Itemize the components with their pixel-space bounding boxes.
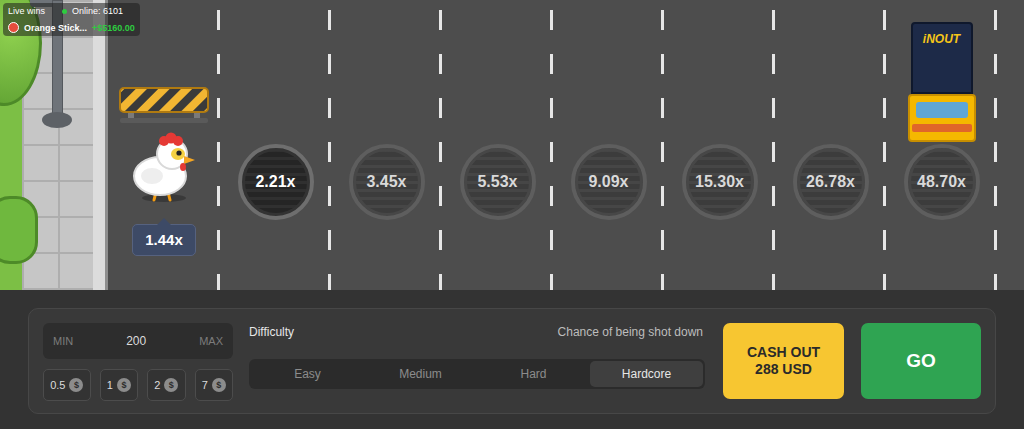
online-dot-icon xyxy=(62,9,67,14)
live-wins-label: Live wins xyxy=(8,6,45,16)
coin-icon: $ xyxy=(212,378,226,392)
bet-chip[interactable]: 1$ xyxy=(100,369,138,401)
truck-icon: iNOUT xyxy=(908,22,976,142)
truck-logo: iNOUT xyxy=(923,32,960,92)
multiplier-manhole[interactable]: 9.09x xyxy=(571,144,647,220)
bet-input[interactable]: MIN 200 MAX xyxy=(43,323,233,359)
bet-chip[interactable]: 0.5 $ xyxy=(43,369,91,401)
road-lane: 5.53x xyxy=(442,0,553,290)
vehicle-slot xyxy=(442,20,553,142)
max-button[interactable]: MAX xyxy=(199,335,223,347)
bet-column: MIN200MAX0.5$1$2$7$ xyxy=(43,323,233,401)
difficulty-column: Difficulty Chance of being shot down EasyM… xyxy=(249,323,705,389)
online-count: Online: 6101 xyxy=(72,6,123,16)
multiplier-manhole[interactable]: 26.78x xyxy=(793,144,869,220)
chip-value: 2 xyxy=(154,379,160,391)
multiplier-manhole[interactable]: 15.30x xyxy=(682,144,758,220)
player-name: Orange Stick... xyxy=(24,23,87,33)
difficulty-label: Difficulty xyxy=(249,325,294,339)
chip-value: 7 xyxy=(202,379,208,391)
coin-icon: $ xyxy=(117,378,131,392)
road: 1.44x2.21x3.45x5.53x9.09x15.30x26.78xiNO… xyxy=(108,0,1024,290)
bet-chip[interactable]: 2$ xyxy=(147,369,185,401)
min-button[interactable]: MIN xyxy=(53,335,73,347)
start-lane: 1.44x xyxy=(108,0,220,290)
vehicle-slot: iNOUT xyxy=(886,20,997,142)
vehicle-slot xyxy=(664,20,775,142)
chip-value: 1 xyxy=(107,379,113,391)
bet-chip[interactable]: 7$ xyxy=(195,369,233,401)
difficulty-tab[interactable]: Hard xyxy=(477,361,590,387)
avatar-icon xyxy=(8,22,19,33)
multiplier-manhole[interactable]: 3.45x xyxy=(349,144,425,220)
difficulty-tab[interactable]: Medium xyxy=(364,361,477,387)
road-lane: iNOUT 48.70x xyxy=(886,0,997,290)
bet-value[interactable]: 200 xyxy=(126,334,146,348)
chicken-icon xyxy=(128,132,200,204)
vehicle-slot xyxy=(775,20,886,142)
chip-row: 0.5$1$2$7$ xyxy=(43,369,233,401)
barrier-icon xyxy=(118,84,210,124)
curb xyxy=(93,0,108,290)
road-lane: 3.45x xyxy=(331,0,442,290)
live-win-entry: Orange Stick... +$5160.00 xyxy=(8,22,135,33)
coin-icon: $ xyxy=(164,378,178,392)
vehicle-slot xyxy=(220,20,331,142)
game-scene: 1.44x2.21x3.45x5.53x9.09x15.30x26.78xiNO… xyxy=(0,0,1024,290)
coin-icon: $ xyxy=(69,378,83,392)
difficulty-tab[interactable]: Hardcore xyxy=(590,361,703,387)
cash-out-label: CASH OUT xyxy=(747,344,820,361)
chicken-road-game: 1.44x2.21x3.45x5.53x9.09x15.30x26.78xiNO… xyxy=(0,0,1024,429)
live-wins-panel: Live wins Online: 6101 Orange Stick... +$51… xyxy=(3,3,140,36)
road-lane: 9.09x xyxy=(553,0,664,290)
vehicle-slot xyxy=(331,20,442,142)
vehicle-slot xyxy=(553,20,664,142)
cash-out-amount: 288 USD xyxy=(755,361,812,378)
road-lane: 15.30x xyxy=(664,0,775,290)
bush-icon xyxy=(0,196,38,264)
go-button[interactable]: GO xyxy=(861,323,981,399)
control-bar: MIN200MAX0.5$1$2$7$DifficultyChance of b… xyxy=(0,290,1024,429)
multiplier-manhole[interactable]: 48.70x xyxy=(904,144,980,220)
multiplier-manhole[interactable]: 5.53x xyxy=(460,144,536,220)
road-lane: 2.21x xyxy=(220,0,331,290)
multiplier-manhole[interactable]: 2.21x xyxy=(238,144,314,220)
sidewalk xyxy=(0,0,108,290)
difficulty-hint: Chance of being shot down xyxy=(558,325,703,339)
road-lane: 26.78x xyxy=(775,0,886,290)
current-multiplier-badge: 1.44x xyxy=(132,224,196,256)
truck-cargo: iNOUT xyxy=(911,22,973,94)
difficulty-header: Difficulty Chance of being shot down xyxy=(249,325,705,339)
win-amount: +$5160.00 xyxy=(92,23,135,33)
cash-out-button[interactable]: CASH OUT288 USD xyxy=(723,323,844,399)
control-panel: MIN200MAX0.5$1$2$7$DifficultyChance of b… xyxy=(28,308,996,414)
difficulty-tabs: EasyMediumHardHardcore xyxy=(249,359,705,389)
truck-cab xyxy=(908,94,976,142)
live-wins-header: Live wins Online: 6101 xyxy=(8,6,135,16)
chip-value: 0.5 xyxy=(50,379,65,391)
difficulty-tab[interactable]: Easy xyxy=(251,361,364,387)
